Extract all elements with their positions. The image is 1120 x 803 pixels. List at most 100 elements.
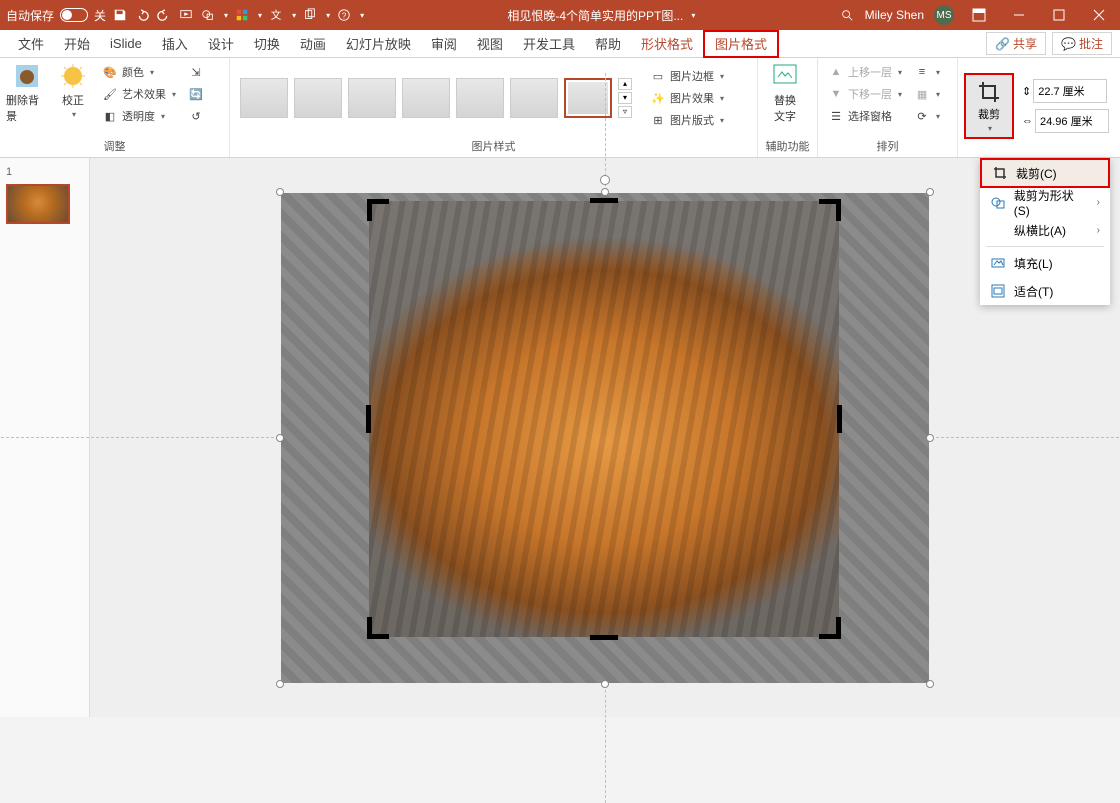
send-backward-button[interactable]: ▼下移一层▾ bbox=[824, 84, 906, 104]
width-input[interactable]: 24.96 厘米 bbox=[1035, 109, 1109, 133]
crop-handle-bottom[interactable] bbox=[590, 635, 618, 640]
height-input[interactable]: 22.7 厘米 bbox=[1033, 79, 1107, 103]
title-dropdown[interactable]: ▾ bbox=[691, 11, 695, 20]
effects-icon: ✨ bbox=[650, 90, 666, 106]
picture-effects-button[interactable]: ✨图片效果▾ bbox=[646, 88, 728, 108]
tab-view[interactable]: 视图 bbox=[467, 30, 513, 58]
style-thumb-2[interactable] bbox=[294, 78, 342, 118]
picture-border-button[interactable]: ▭图片边框▾ bbox=[646, 66, 728, 86]
width-icon: ⇔ bbox=[1022, 115, 1033, 127]
style-thumb-6[interactable] bbox=[510, 78, 558, 118]
user-name: Miley Shen bbox=[865, 8, 924, 22]
crop-handle-left[interactable] bbox=[366, 405, 371, 433]
alt-text-button[interactable]: 替换 文字 bbox=[764, 62, 806, 124]
tab-islide[interactable]: iSlide bbox=[100, 30, 152, 58]
shapes-icon[interactable] bbox=[200, 7, 216, 23]
picture-layout-button[interactable]: ⊞图片版式▾ bbox=[646, 110, 728, 130]
tab-transitions[interactable]: 切换 bbox=[244, 30, 290, 58]
close-button[interactable] bbox=[1084, 0, 1114, 30]
crop-menu-fill[interactable]: 填充(L) bbox=[980, 249, 1110, 277]
alt-text-icon bbox=[771, 62, 799, 90]
tab-shape-format[interactable]: 形状格式 bbox=[631, 30, 703, 58]
change-picture-button[interactable]: 🔄 bbox=[184, 84, 208, 104]
save-icon[interactable] bbox=[112, 7, 128, 23]
layout-icon: ⊞ bbox=[650, 112, 666, 128]
undo-icon[interactable] bbox=[134, 7, 150, 23]
crop-handle-top[interactable] bbox=[590, 198, 618, 203]
tab-home[interactable]: 开始 bbox=[54, 30, 100, 58]
handle-l[interactable] bbox=[276, 434, 284, 442]
handle-t[interactable] bbox=[601, 188, 609, 196]
crop-menu-crop[interactable]: 裁剪(C) bbox=[980, 158, 1110, 188]
text-icon[interactable]: 文 bbox=[268, 7, 284, 23]
align-icon: ≡ bbox=[914, 64, 930, 80]
help-icon[interactable]: ? bbox=[336, 7, 352, 23]
crop-region[interactable] bbox=[369, 201, 839, 637]
tab-design[interactable]: 设计 bbox=[198, 30, 244, 58]
autosave-toggle[interactable] bbox=[60, 8, 88, 22]
artistic-effects-button[interactable]: 🖌艺术效果▾ bbox=[98, 84, 180, 104]
handle-b[interactable] bbox=[601, 680, 609, 688]
color-swatch-icon[interactable] bbox=[234, 7, 250, 23]
crop-handle-tr[interactable] bbox=[819, 199, 841, 221]
crop-menu-shape[interactable]: 裁剪为形状(S)› bbox=[980, 188, 1110, 216]
group-button[interactable]: ▦▾ bbox=[910, 84, 944, 104]
slide-thumbnail-1[interactable] bbox=[6, 184, 70, 224]
autosave-state: 关 bbox=[94, 7, 106, 24]
style-thumb-5[interactable] bbox=[456, 78, 504, 118]
gallery-down-icon[interactable]: ▾ bbox=[618, 92, 632, 104]
search-icon[interactable] bbox=[839, 7, 855, 23]
color-button[interactable]: 🎨颜色▾ bbox=[98, 62, 180, 82]
tab-developer[interactable]: 开发工具 bbox=[513, 30, 585, 58]
handle-r[interactable] bbox=[926, 434, 934, 442]
slide-number: 1 bbox=[6, 166, 12, 178]
handle-bl[interactable] bbox=[276, 680, 284, 688]
bring-forward-button[interactable]: ▲上移一层▾ bbox=[824, 62, 906, 82]
tab-animations[interactable]: 动画 bbox=[290, 30, 336, 58]
tab-review[interactable]: 审阅 bbox=[421, 30, 467, 58]
minimize-button[interactable] bbox=[1004, 0, 1034, 30]
align-button[interactable]: ≡▾ bbox=[910, 62, 944, 82]
crop-handle-bl[interactable] bbox=[367, 617, 389, 639]
present-icon[interactable] bbox=[178, 7, 194, 23]
cropped-image bbox=[369, 201, 839, 637]
rotate-handle[interactable] bbox=[600, 175, 610, 185]
workspace: 1 bbox=[0, 158, 1120, 717]
handle-tl[interactable] bbox=[276, 188, 284, 196]
crop-handle-right[interactable] bbox=[837, 405, 842, 433]
ribbon-mode-icon[interactable] bbox=[964, 0, 994, 30]
user-avatar[interactable]: MS bbox=[934, 5, 954, 25]
compress-button[interactable]: ⇲ bbox=[184, 62, 208, 82]
rotate-button[interactable]: ⟳▾ bbox=[910, 106, 944, 126]
transparency-button[interactable]: ◧透明度▾ bbox=[98, 106, 180, 126]
style-thumb-4[interactable] bbox=[402, 78, 450, 118]
style-thumb-3[interactable] bbox=[348, 78, 396, 118]
handle-tr[interactable] bbox=[926, 188, 934, 196]
tab-help[interactable]: 帮助 bbox=[585, 30, 631, 58]
redo-icon[interactable] bbox=[156, 7, 172, 23]
picture-styles-gallery[interactable]: ▴ ▾ ▿ bbox=[236, 74, 636, 122]
reset-picture-button[interactable]: ↺ bbox=[184, 106, 208, 126]
crop-handle-tl[interactable] bbox=[367, 199, 389, 221]
selection-pane-button[interactable]: ☰选择窗格 bbox=[824, 106, 906, 126]
tab-slideshow[interactable]: 幻灯片放映 bbox=[336, 30, 421, 58]
handle-br[interactable] bbox=[926, 680, 934, 688]
crop-menu-aspect[interactable]: 纵横比(A)› bbox=[980, 216, 1110, 244]
crop-menu-fit[interactable]: 适合(T) bbox=[980, 277, 1110, 305]
crop-handle-br[interactable] bbox=[819, 617, 841, 639]
copy-icon[interactable] bbox=[302, 7, 318, 23]
maximize-button[interactable] bbox=[1044, 0, 1074, 30]
slide-canvas[interactable] bbox=[90, 158, 1120, 717]
tab-picture-format[interactable]: 图片格式 bbox=[703, 30, 779, 58]
remove-background-button[interactable]: 删除背景 bbox=[6, 62, 48, 124]
gallery-more-icon[interactable]: ▿ bbox=[618, 106, 632, 118]
group-arrange-label: 排列 bbox=[818, 138, 957, 157]
corrections-button[interactable]: 校正▾ bbox=[52, 62, 94, 119]
tab-file[interactable]: 文件 bbox=[8, 30, 54, 58]
share-button[interactable]: 🔗 共享 bbox=[986, 32, 1046, 55]
tab-insert[interactable]: 插入 bbox=[152, 30, 198, 58]
comments-button[interactable]: 💬 批注 bbox=[1052, 32, 1112, 55]
style-thumb-1[interactable] bbox=[240, 78, 288, 118]
crop-button[interactable]: 裁剪 ▾ bbox=[964, 73, 1014, 139]
gallery-up-icon[interactable]: ▴ bbox=[618, 78, 632, 90]
